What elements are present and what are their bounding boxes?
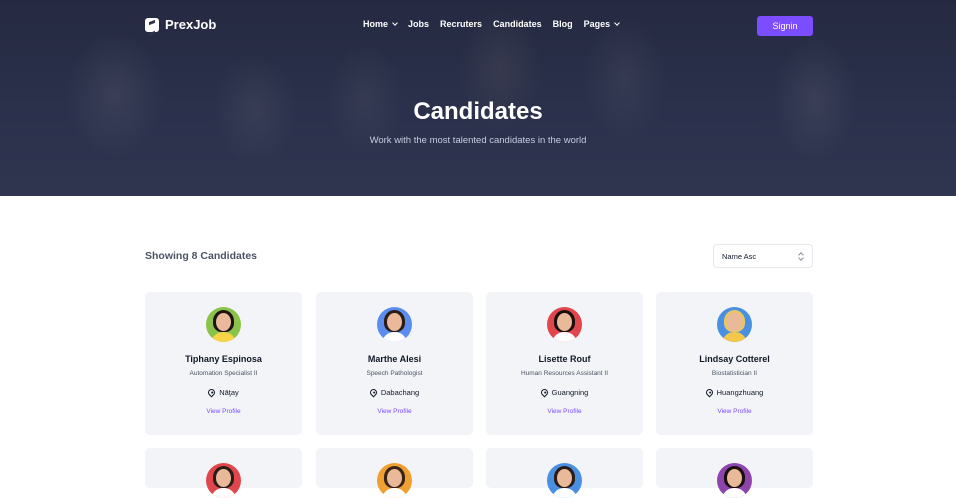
nav-candidates-label: Candidates	[493, 19, 542, 29]
location-text: Huangzhuang	[716, 388, 764, 397]
page-title: Candidates	[413, 98, 543, 125]
view-profile-link[interactable]: View Profile	[656, 408, 813, 415]
chevron-down-icon	[392, 19, 398, 26]
candidate-name: Lisette Rouf	[538, 354, 591, 364]
main-menu: Home Jobs Recruters Candidates Blog Page…	[363, 19, 630, 29]
nav-blog[interactable]: Blog	[553, 19, 573, 29]
candidate-role: Human Resources Assistant II	[520, 370, 609, 377]
chevron-down-icon	[614, 19, 620, 26]
candidate-role: Speech Pathologist	[366, 370, 423, 377]
candidate-card: Lisette Rouf Human Resources Assistant I…	[486, 292, 643, 435]
nav-candidates[interactable]: Candidates	[493, 19, 542, 29]
nav-recruters-label: Recruters	[440, 19, 483, 29]
brand-name: PrexJob	[165, 17, 217, 32]
view-profile-link[interactable]: View Profile	[486, 408, 643, 415]
select-arrows-icon	[799, 251, 804, 262]
candidate-name: Lindsay Cotterel	[699, 354, 770, 364]
nav-home-label: Home	[363, 19, 389, 29]
top-navbar: PrexJob Home Jobs Recruters Candidates B…	[0, 0, 956, 52]
signin-button[interactable]: Signin	[757, 16, 813, 36]
avatar	[717, 463, 752, 498]
page-subtitle: Work with the most talented candidates i…	[369, 135, 587, 146]
sort-select[interactable]: Name Asc	[713, 244, 813, 268]
nav-pages-label: Pages	[583, 19, 611, 29]
candidate-role: Biostatistician II	[711, 370, 758, 377]
location-text: Guangning	[551, 388, 589, 397]
candidate-name: Marthe Alesi	[367, 354, 422, 364]
candidate-card	[656, 448, 813, 498]
results-count: Showing 8 Candidates	[145, 250, 258, 262]
nav-jobs-label: Jobs	[408, 19, 430, 29]
candidate-card: Tiphany Espinosa Automation Specialist I…	[145, 292, 302, 435]
logo-icon	[145, 17, 159, 32]
candidate-card: Marthe Alesi Speech Pathologist Dabachan…	[316, 292, 473, 435]
nav-recruters[interactable]: Recruters	[440, 19, 482, 29]
avatar	[547, 463, 582, 498]
nav-home[interactable]: Home	[363, 19, 398, 29]
brand-logo[interactable]: PrexJob	[145, 17, 216, 32]
location-text: Dabachang	[380, 388, 420, 397]
avatar	[206, 463, 241, 498]
candidate-role: Automation Specialist II	[189, 370, 258, 377]
view-profile-link[interactable]: View Profile	[145, 408, 302, 415]
map-pin-icon	[368, 387, 379, 398]
location-text: Nāţay	[219, 388, 239, 397]
map-pin-icon	[206, 387, 217, 398]
sort-value: Name Asc	[722, 251, 757, 261]
map-pin-icon	[704, 387, 715, 398]
avatar	[547, 307, 582, 342]
candidate-location: Nāţay	[145, 387, 302, 398]
candidate-name: Tiphany Espinosa	[185, 354, 262, 364]
candidate-card: Lindsay Cotterel Biostatistician II Huan…	[656, 292, 813, 435]
avatar	[206, 307, 241, 342]
candidate-card	[316, 448, 473, 498]
candidate-location: Guangning	[486, 387, 643, 398]
avatar	[377, 463, 412, 498]
avatar	[377, 307, 412, 342]
candidate-card	[486, 448, 643, 498]
candidate-card	[145, 448, 302, 498]
nav-blog-label: Blog	[552, 19, 573, 29]
avatar	[717, 307, 752, 342]
candidate-location: Dabachang	[316, 387, 473, 398]
nav-jobs[interactable]: Jobs	[408, 19, 429, 29]
candidate-location: Huangzhuang	[656, 387, 813, 398]
nav-pages[interactable]: Pages	[584, 19, 620, 29]
view-profile-link[interactable]: View Profile	[316, 408, 473, 415]
map-pin-icon	[539, 387, 550, 398]
